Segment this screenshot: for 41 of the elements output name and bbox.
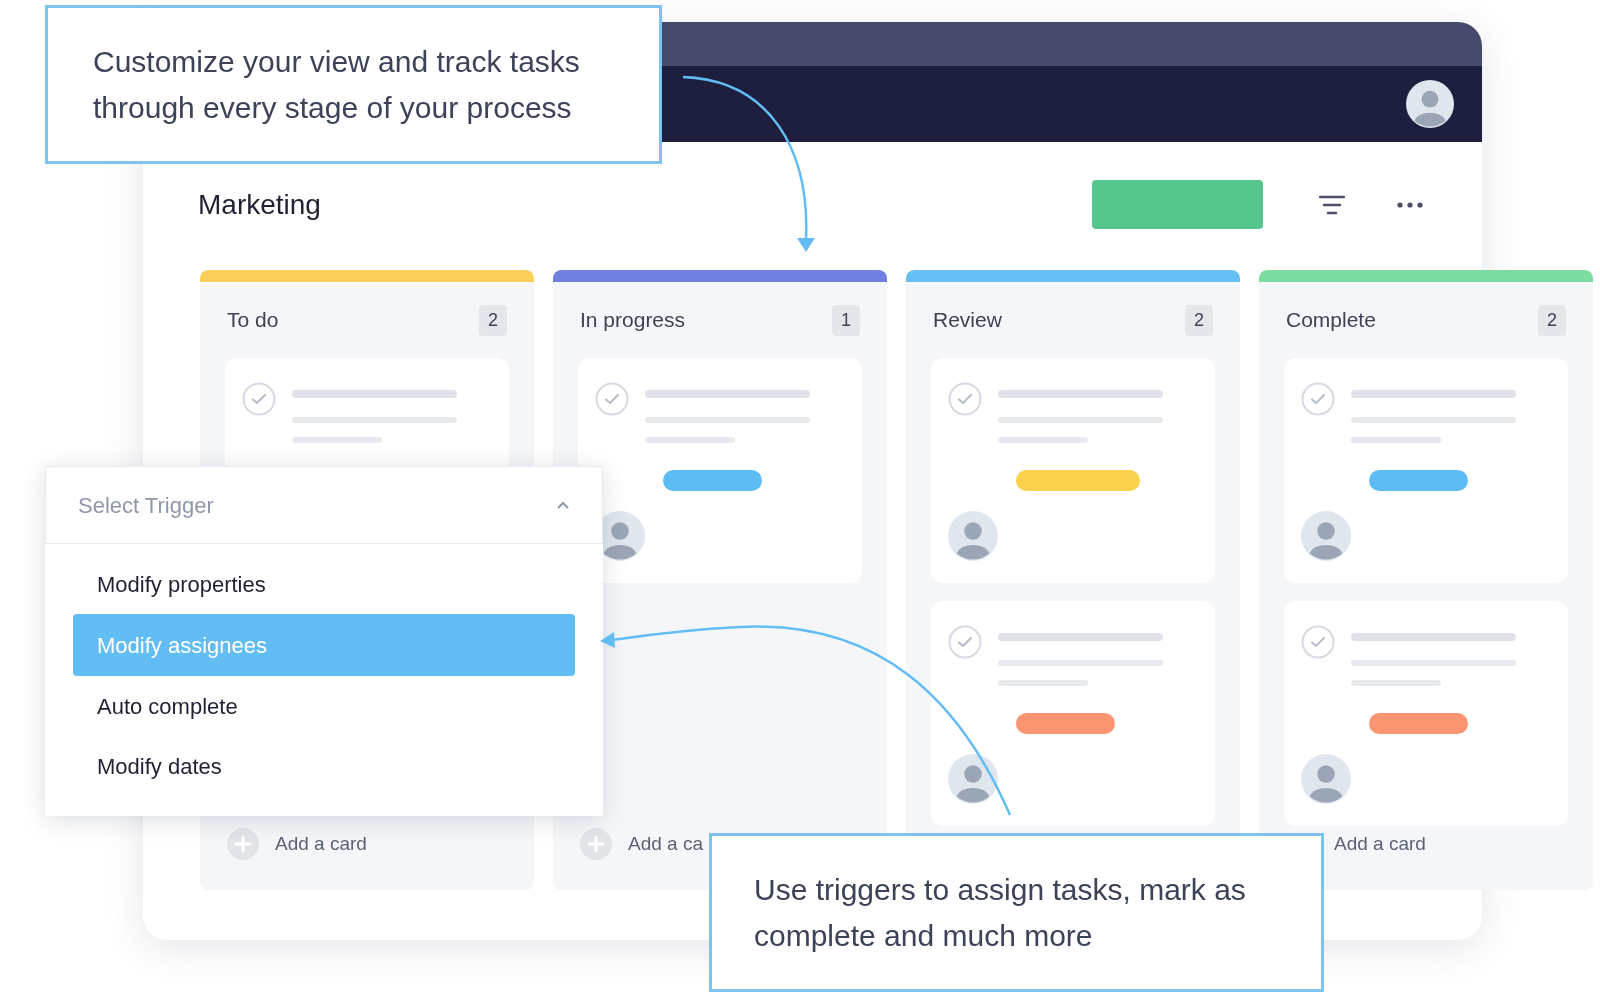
- task-card[interactable]: [578, 358, 862, 583]
- column-title: To do: [227, 307, 279, 334]
- board-title: Marketing: [198, 187, 321, 222]
- caret-icon[interactable]: [556, 500, 570, 510]
- task-card[interactable]: [1284, 358, 1568, 583]
- column-title: Complete: [1286, 307, 1376, 334]
- task-card[interactable]: [1284, 601, 1568, 826]
- check-icon[interactable]: [948, 382, 982, 416]
- trigger-option[interactable]: Modify dates: [73, 736, 575, 796]
- trigger-option[interactable]: Auto complete: [73, 676, 575, 736]
- add-card-link[interactable]: Add a card: [1334, 829, 1426, 859]
- avatar-icon: [948, 754, 998, 804]
- more-options-icon[interactable]: [1397, 201, 1423, 208]
- count-badge: 2: [1185, 304, 1213, 336]
- filter-icon[interactable]: [1319, 194, 1345, 215]
- column-title: In progress: [580, 307, 686, 334]
- check-icon[interactable]: [1301, 382, 1335, 416]
- avatar-icon: [1301, 511, 1351, 561]
- callout-text: Use triggers to assign tasks, mark as complete and much more: [754, 871, 1247, 954]
- trigger-select-field[interactable]: Select Trigger: [45, 466, 603, 544]
- task-card[interactable]: [931, 601, 1215, 826]
- trigger-option[interactable]: Modify properties: [73, 554, 575, 614]
- count-badge: 2: [479, 304, 507, 336]
- check-icon[interactable]: [595, 382, 629, 416]
- plus-icon[interactable]: [227, 828, 259, 860]
- task-card[interactable]: [931, 358, 1215, 583]
- check-icon[interactable]: [948, 625, 982, 659]
- column-title: Review: [933, 307, 1002, 334]
- action-button[interactable]: [1092, 180, 1263, 229]
- plus-icon[interactable]: [580, 828, 612, 860]
- callout-text: Customize your view and track tasks through every stage of your process: [93, 43, 581, 126]
- count-badge: 2: [1538, 304, 1566, 336]
- check-icon[interactable]: [242, 382, 276, 416]
- count-badge: 1: [832, 304, 860, 336]
- select-placeholder: Select Trigger: [78, 491, 214, 520]
- add-card-link[interactable]: Add a ca: [628, 829, 703, 859]
- check-icon[interactable]: [1301, 625, 1335, 659]
- avatar-icon: [948, 511, 998, 561]
- avatar-icon: [1301, 754, 1351, 804]
- add-card-link[interactable]: Add a card: [275, 829, 367, 859]
- avatar-icon: [1406, 80, 1454, 128]
